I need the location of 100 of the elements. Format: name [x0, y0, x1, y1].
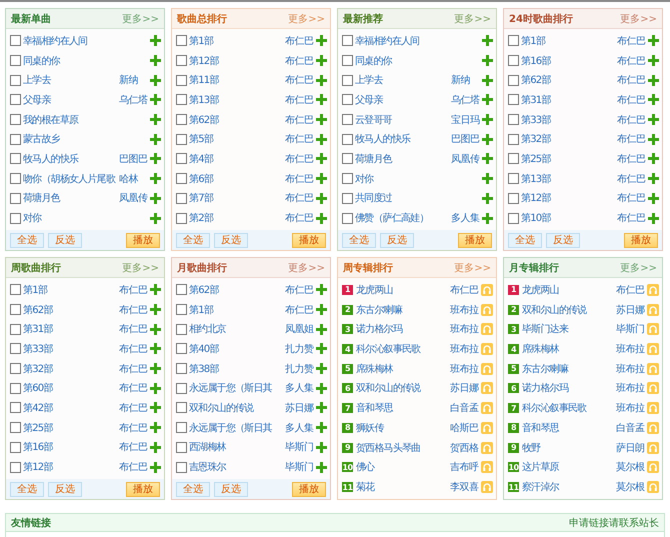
song-link[interactable]: 牧马人的快乐 — [23, 152, 118, 166]
artist-link[interactable]: 布仁巴 — [285, 282, 314, 297]
song-link[interactable]: 上学去 — [23, 73, 118, 88]
song-link[interactable]: 第7部 — [189, 191, 284, 206]
checkbox[interactable] — [10, 212, 21, 224]
add-icon[interactable] — [150, 55, 161, 66]
add-icon[interactable] — [150, 94, 161, 106]
album-link[interactable]: 科尔沁叙事民歌 — [356, 342, 449, 356]
artist-link[interactable]: 乌仁塔 — [451, 92, 480, 107]
song-link[interactable]: 第42部 — [23, 400, 118, 415]
add-icon[interactable] — [316, 35, 327, 46]
add-icon[interactable] — [150, 74, 161, 86]
select-button[interactable]: 反选 — [214, 232, 248, 248]
artist-link[interactable]: 苏日娜 — [616, 302, 645, 317]
select-button[interactable]: 反选 — [546, 232, 580, 248]
add-icon[interactable] — [316, 324, 327, 335]
artist-link[interactable]: 凤凰传 — [451, 152, 480, 166]
checkbox[interactable] — [176, 304, 187, 316]
checkbox[interactable] — [176, 74, 187, 86]
song-link[interactable]: 佛赞（萨仁高娃） — [355, 211, 450, 226]
add-icon[interactable] — [648, 74, 659, 86]
artist-link[interactable]: 多人集 — [285, 381, 314, 396]
artist-link[interactable]: 布仁巴 — [617, 211, 646, 226]
play-button[interactable]: 播放 — [126, 232, 160, 248]
album-link[interactable]: 科尔沁叙事民歌 — [522, 401, 615, 416]
artist-link[interactable]: 李双喜 — [450, 480, 479, 494]
artist-link[interactable]: 吉布呼 — [450, 460, 479, 474]
add-icon[interactable] — [150, 35, 161, 46]
select-button[interactable]: 全选 — [508, 232, 542, 248]
checkbox[interactable] — [176, 212, 187, 224]
select-button[interactable]: 全选 — [176, 232, 210, 248]
song-link[interactable]: 上学去 — [355, 73, 450, 88]
artist-link[interactable]: 宝日玛 — [451, 112, 480, 127]
song-link[interactable]: 第11部 — [189, 73, 284, 88]
artist-link[interactable]: 布仁巴 — [285, 302, 314, 317]
song-link[interactable]: 第4部 — [189, 152, 284, 166]
artist-link[interactable]: 凤凰传 — [119, 191, 148, 206]
checkbox[interactable] — [176, 442, 187, 453]
checkbox[interactable] — [508, 55, 519, 66]
song-link[interactable]: 第31部 — [23, 322, 118, 336]
song-link[interactable]: 第16部 — [23, 440, 118, 454]
checkbox[interactable] — [176, 114, 187, 126]
artist-link[interactable]: 班布拉 — [450, 322, 479, 336]
add-icon[interactable] — [482, 55, 493, 66]
artist-link[interactable]: 毕斯门 — [285, 460, 314, 474]
add-icon[interactable] — [150, 324, 161, 335]
checkbox[interactable] — [10, 35, 21, 46]
add-icon[interactable] — [150, 284, 161, 296]
artist-link[interactable]: 班布拉 — [450, 302, 479, 317]
checkbox[interactable] — [342, 134, 353, 145]
artist-link[interactable]: 布仁巴 — [119, 322, 148, 336]
album-link[interactable]: 这片草原 — [522, 460, 615, 474]
checkbox[interactable] — [508, 173, 519, 184]
add-icon[interactable] — [150, 212, 161, 224]
add-icon[interactable] — [150, 173, 161, 184]
play-button[interactable]: 播放 — [126, 482, 160, 496]
song-link[interactable]: 第16部 — [521, 54, 616, 68]
add-icon[interactable] — [316, 343, 327, 354]
add-icon[interactable] — [482, 173, 493, 184]
artist-link[interactable]: 新纳 — [119, 73, 148, 88]
select-button[interactable]: 全选 — [342, 232, 376, 248]
checkbox[interactable] — [508, 35, 519, 46]
song-link[interactable]: 第12部 — [23, 460, 118, 474]
song-link[interactable]: 对你 — [355, 172, 450, 186]
song-link[interactable]: 我的根在草原 — [23, 112, 118, 127]
artist-link[interactable]: 扎力赞 — [285, 362, 314, 376]
artist-link[interactable]: 班布拉 — [616, 342, 645, 356]
song-link[interactable]: 幸福相约在人间 — [23, 34, 118, 48]
checkbox[interactable] — [508, 192, 519, 204]
add-icon[interactable] — [316, 74, 327, 86]
add-icon[interactable] — [316, 192, 327, 204]
add-icon[interactable] — [150, 153, 161, 164]
artist-link[interactable]: 布仁巴 — [617, 54, 646, 68]
add-icon[interactable] — [648, 94, 659, 106]
checkbox[interactable] — [342, 192, 353, 204]
song-link[interactable]: 第13部 — [521, 172, 616, 186]
song-link[interactable]: 第60部 — [23, 381, 118, 396]
add-icon[interactable] — [150, 192, 161, 204]
song-link[interactable]: 荷塘月色 — [23, 191, 118, 206]
artist-link[interactable]: 布仁巴 — [450, 282, 479, 297]
song-link[interactable]: 吉恩珠尔 — [189, 460, 284, 474]
artist-link[interactable]: 布仁巴 — [119, 282, 148, 297]
song-link[interactable]: 第62部 — [23, 302, 118, 317]
add-icon[interactable] — [648, 192, 659, 204]
checkbox[interactable] — [176, 173, 187, 184]
artist-link[interactable]: 毕斯门 — [616, 322, 645, 336]
checkbox[interactable] — [176, 422, 187, 434]
album-link[interactable]: 察汗淖尔 — [522, 480, 615, 494]
checkbox[interactable] — [508, 134, 519, 145]
checkbox[interactable] — [508, 94, 519, 106]
song-link[interactable]: 第40部 — [189, 342, 284, 356]
artist-link[interactable]: 莫尔根 — [616, 480, 645, 494]
checkbox[interactable] — [508, 114, 519, 126]
more-link[interactable]: 更多>> — [122, 12, 159, 26]
add-icon[interactable] — [150, 382, 161, 394]
add-icon[interactable] — [316, 55, 327, 66]
album-link[interactable]: 菊花 — [356, 480, 449, 494]
checkbox[interactable] — [176, 382, 187, 394]
add-icon[interactable] — [648, 114, 659, 126]
play-button[interactable]: 播放 — [292, 482, 326, 496]
